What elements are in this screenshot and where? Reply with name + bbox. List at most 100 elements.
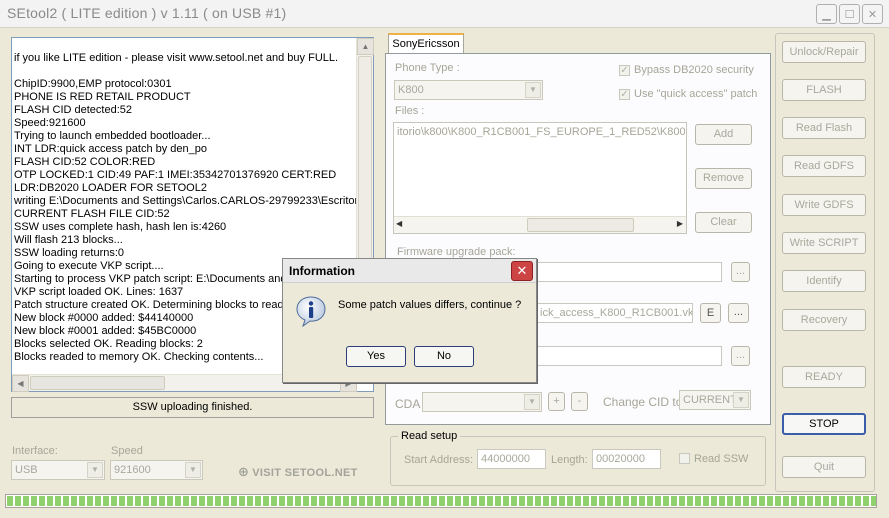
progress-segment [639,496,645,506]
flash-button[interactable]: FLASH [782,79,866,101]
yes-button[interactable]: Yes [346,346,406,367]
progress-segment [239,496,245,506]
scroll-left-icon[interactable]: ◀ [396,219,402,228]
progress-segment [615,496,621,506]
vkp-input[interactable]: ick_access_K800_R1CB001.vkp [536,303,693,323]
progress-segment [391,496,397,506]
progress-segment [31,496,37,506]
progress-segment [311,496,317,506]
close-button[interactable]: ✕ [862,4,883,24]
scroll-right-icon[interactable]: ▶ [677,219,683,228]
extra-browse-button[interactable]: ... [731,346,750,366]
read-ssw-label: Read SSW [694,453,749,465]
change-cid-select[interactable]: CURRENT ▼ [679,390,751,410]
log-line: PHONE IS RED RETAIL PRODUCT [14,91,191,103]
progress-segment [855,496,861,506]
read-gdfs-button[interactable]: Read GDFS [782,155,866,177]
dialog-close-button[interactable]: ✕ [511,261,533,281]
progress-segment [263,496,269,506]
files-list[interactable]: itorio\k800\K800_R1CB001_FS_EUROPE_1_RED… [393,122,687,234]
tab-sonyericsson[interactable]: SonyEricsson [388,33,464,54]
progress-segment [751,496,757,506]
start-address-input[interactable]: 44000000 [477,449,546,469]
recovery-button[interactable]: Recovery [782,309,866,331]
no-button[interactable]: No [414,346,474,367]
ready-button[interactable]: READY [782,366,866,388]
progress-segment [279,496,285,506]
progress-segment [303,496,309,506]
firmware-input[interactable] [536,262,722,282]
scroll-up-icon[interactable]: ▲ [357,38,374,55]
quit-button[interactable]: Quit [782,456,866,478]
progress-segment [199,496,205,506]
progress-segment [119,496,125,506]
progress-segment [407,496,413,506]
vkp-browse-button[interactable]: ... [728,303,749,323]
cda-minus-button[interactable]: - [571,392,588,411]
progress-segment [399,496,405,506]
read-flash-button[interactable]: Read Flash [782,117,866,139]
progress-segment [423,496,429,506]
cda-label: CDA [395,397,421,411]
length-input[interactable]: 00020000 [592,449,661,469]
progress-segment [415,496,421,506]
log-line: SSW uses complete hash, hash len is:4260 [14,221,227,233]
progress-segment [71,496,77,506]
phone-type-value: K800 [398,84,424,96]
information-dialog: Information ✕ Some patch values differs,… [282,258,537,383]
chevron-down-icon: ▼ [525,82,541,98]
progress-segment [567,496,573,506]
add-button[interactable]: Add [695,124,752,145]
horizontal-scroll-thumb[interactable] [527,218,634,232]
vkp-edit-button[interactable]: E [700,303,721,323]
read-ssw-checkbox[interactable] [679,453,690,467]
log-line: writing E:\Documents and Settings\Carlos… [14,195,358,207]
cda-plus-button[interactable]: + [548,392,565,411]
horizontal-scroll-thumb[interactable] [30,376,165,390]
minimize-button[interactable]: ▁ [816,4,837,24]
visit-link[interactable]: ⊕ VISIT SETOOL.NET [238,464,358,480]
chevron-down-icon: ▼ [87,462,103,478]
file-item[interactable]: itorio\k800\K800_R1CB001_FS_EUROPE_1_RED… [397,126,685,138]
extra-input[interactable] [536,346,722,366]
progress-segment [447,496,453,506]
identify-button[interactable]: Identify [782,270,866,292]
progress-segment [647,496,653,506]
cda-select[interactable]: ▼ [422,392,542,412]
read-setup-title: Read setup [398,430,461,442]
bypass-checkbox[interactable] [619,64,630,76]
progress-segment [63,496,69,506]
files-horizontal-scrollbar[interactable]: ◀ ▶ [394,216,686,233]
remove-button[interactable]: Remove [695,168,752,189]
quick-access-checkbox[interactable] [619,88,630,100]
progress-segment [255,496,261,506]
clear-button[interactable]: Clear [695,212,752,233]
length-label: Length: [551,454,588,466]
progress-segment [839,496,845,506]
progress-segment [783,496,789,506]
progress-segment [743,496,749,506]
progress-segment [863,496,869,506]
scroll-left-icon[interactable]: ◀ [12,375,29,392]
maximize-button[interactable]: ☐ [839,4,860,24]
progress-segment [431,496,437,506]
progress-segment [575,496,581,506]
progress-segment [519,496,525,506]
progress-segment [831,496,837,506]
interface-select[interactable]: USB ▼ [11,460,105,480]
log-line: Speed:921600 [14,117,86,129]
stop-button[interactable]: STOP [782,413,866,435]
progress-segment [847,496,853,506]
phone-type-select[interactable]: K800 ▼ [394,80,543,100]
unlock-repair-button[interactable]: Unlock/Repair [782,41,866,63]
progress-segment [175,496,181,506]
write-gdfs-button[interactable]: Write GDFS [782,194,866,216]
speed-value: 921600 [114,464,151,476]
speed-select[interactable]: 921600 ▼ [110,460,203,480]
write-script-button[interactable]: Write SCRIPT [782,232,866,254]
progress-segment [167,496,173,506]
progress-segment [455,496,461,506]
progress-segment [151,496,157,506]
firmware-browse-button[interactable]: ... [731,262,750,282]
